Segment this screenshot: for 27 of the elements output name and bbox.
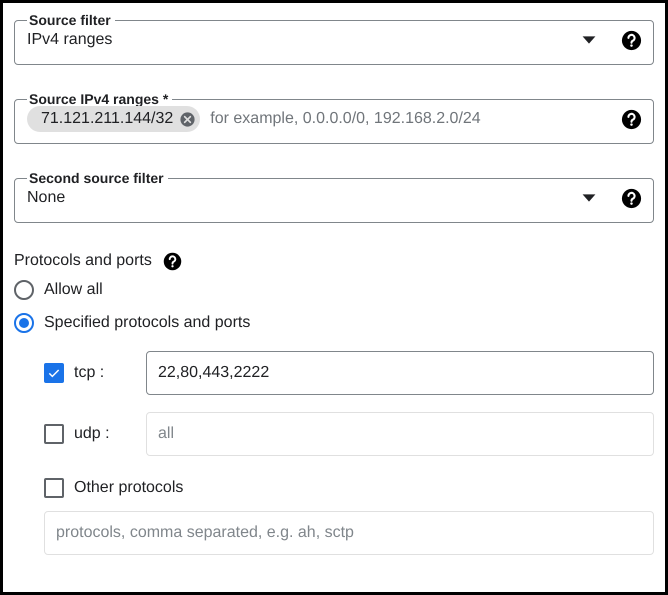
input-field[interactable]: all (146, 412, 654, 456)
chip[interactable]: 71.121.211.144/32 (27, 106, 200, 132)
checkbox-label: udp : (74, 425, 110, 443)
checkbox-label: tcp : (74, 364, 104, 382)
remove-icon[interactable] (179, 110, 196, 128)
help-icon[interactable] (162, 250, 183, 272)
radio-button[interactable] (14, 280, 34, 300)
input-field[interactable]: 22,80,443,2222 (146, 351, 654, 395)
checkbox[interactable] (44, 424, 64, 444)
help-icon[interactable] (620, 28, 643, 52)
checkbox[interactable] (44, 478, 64, 498)
section-title: Protocols and ports (14, 252, 152, 270)
radio-button[interactable] (14, 312, 34, 332)
help-icon[interactable] (620, 186, 643, 210)
checkbox[interactable] (44, 363, 64, 383)
input-field[interactable]: protocols, comma separated, e.g. ah, sctp (44, 511, 654, 555)
select-field[interactable]: Source filter IPv4 ranges (14, 12, 654, 65)
radio-label: Specified protocols and ports (44, 314, 250, 332)
field-label: Second source filter (28, 170, 165, 186)
chip-text: 71.121.211.144/32 (41, 110, 174, 128)
checkbox-label: Other protocols (74, 479, 184, 497)
field-label: Source IPv4 ranges * (28, 91, 170, 107)
input-field[interactable]: Source IPv4 ranges * 71.121.211.144/32 for example, 0.0.0.0/0, 192.168.2.0/24 (14, 91, 654, 144)
select-field[interactable]: Second source filter None (14, 170, 654, 223)
help-icon[interactable] (620, 108, 643, 130)
radio-label: Allow all (44, 280, 103, 298)
field-label: Source filter (28, 12, 112, 28)
